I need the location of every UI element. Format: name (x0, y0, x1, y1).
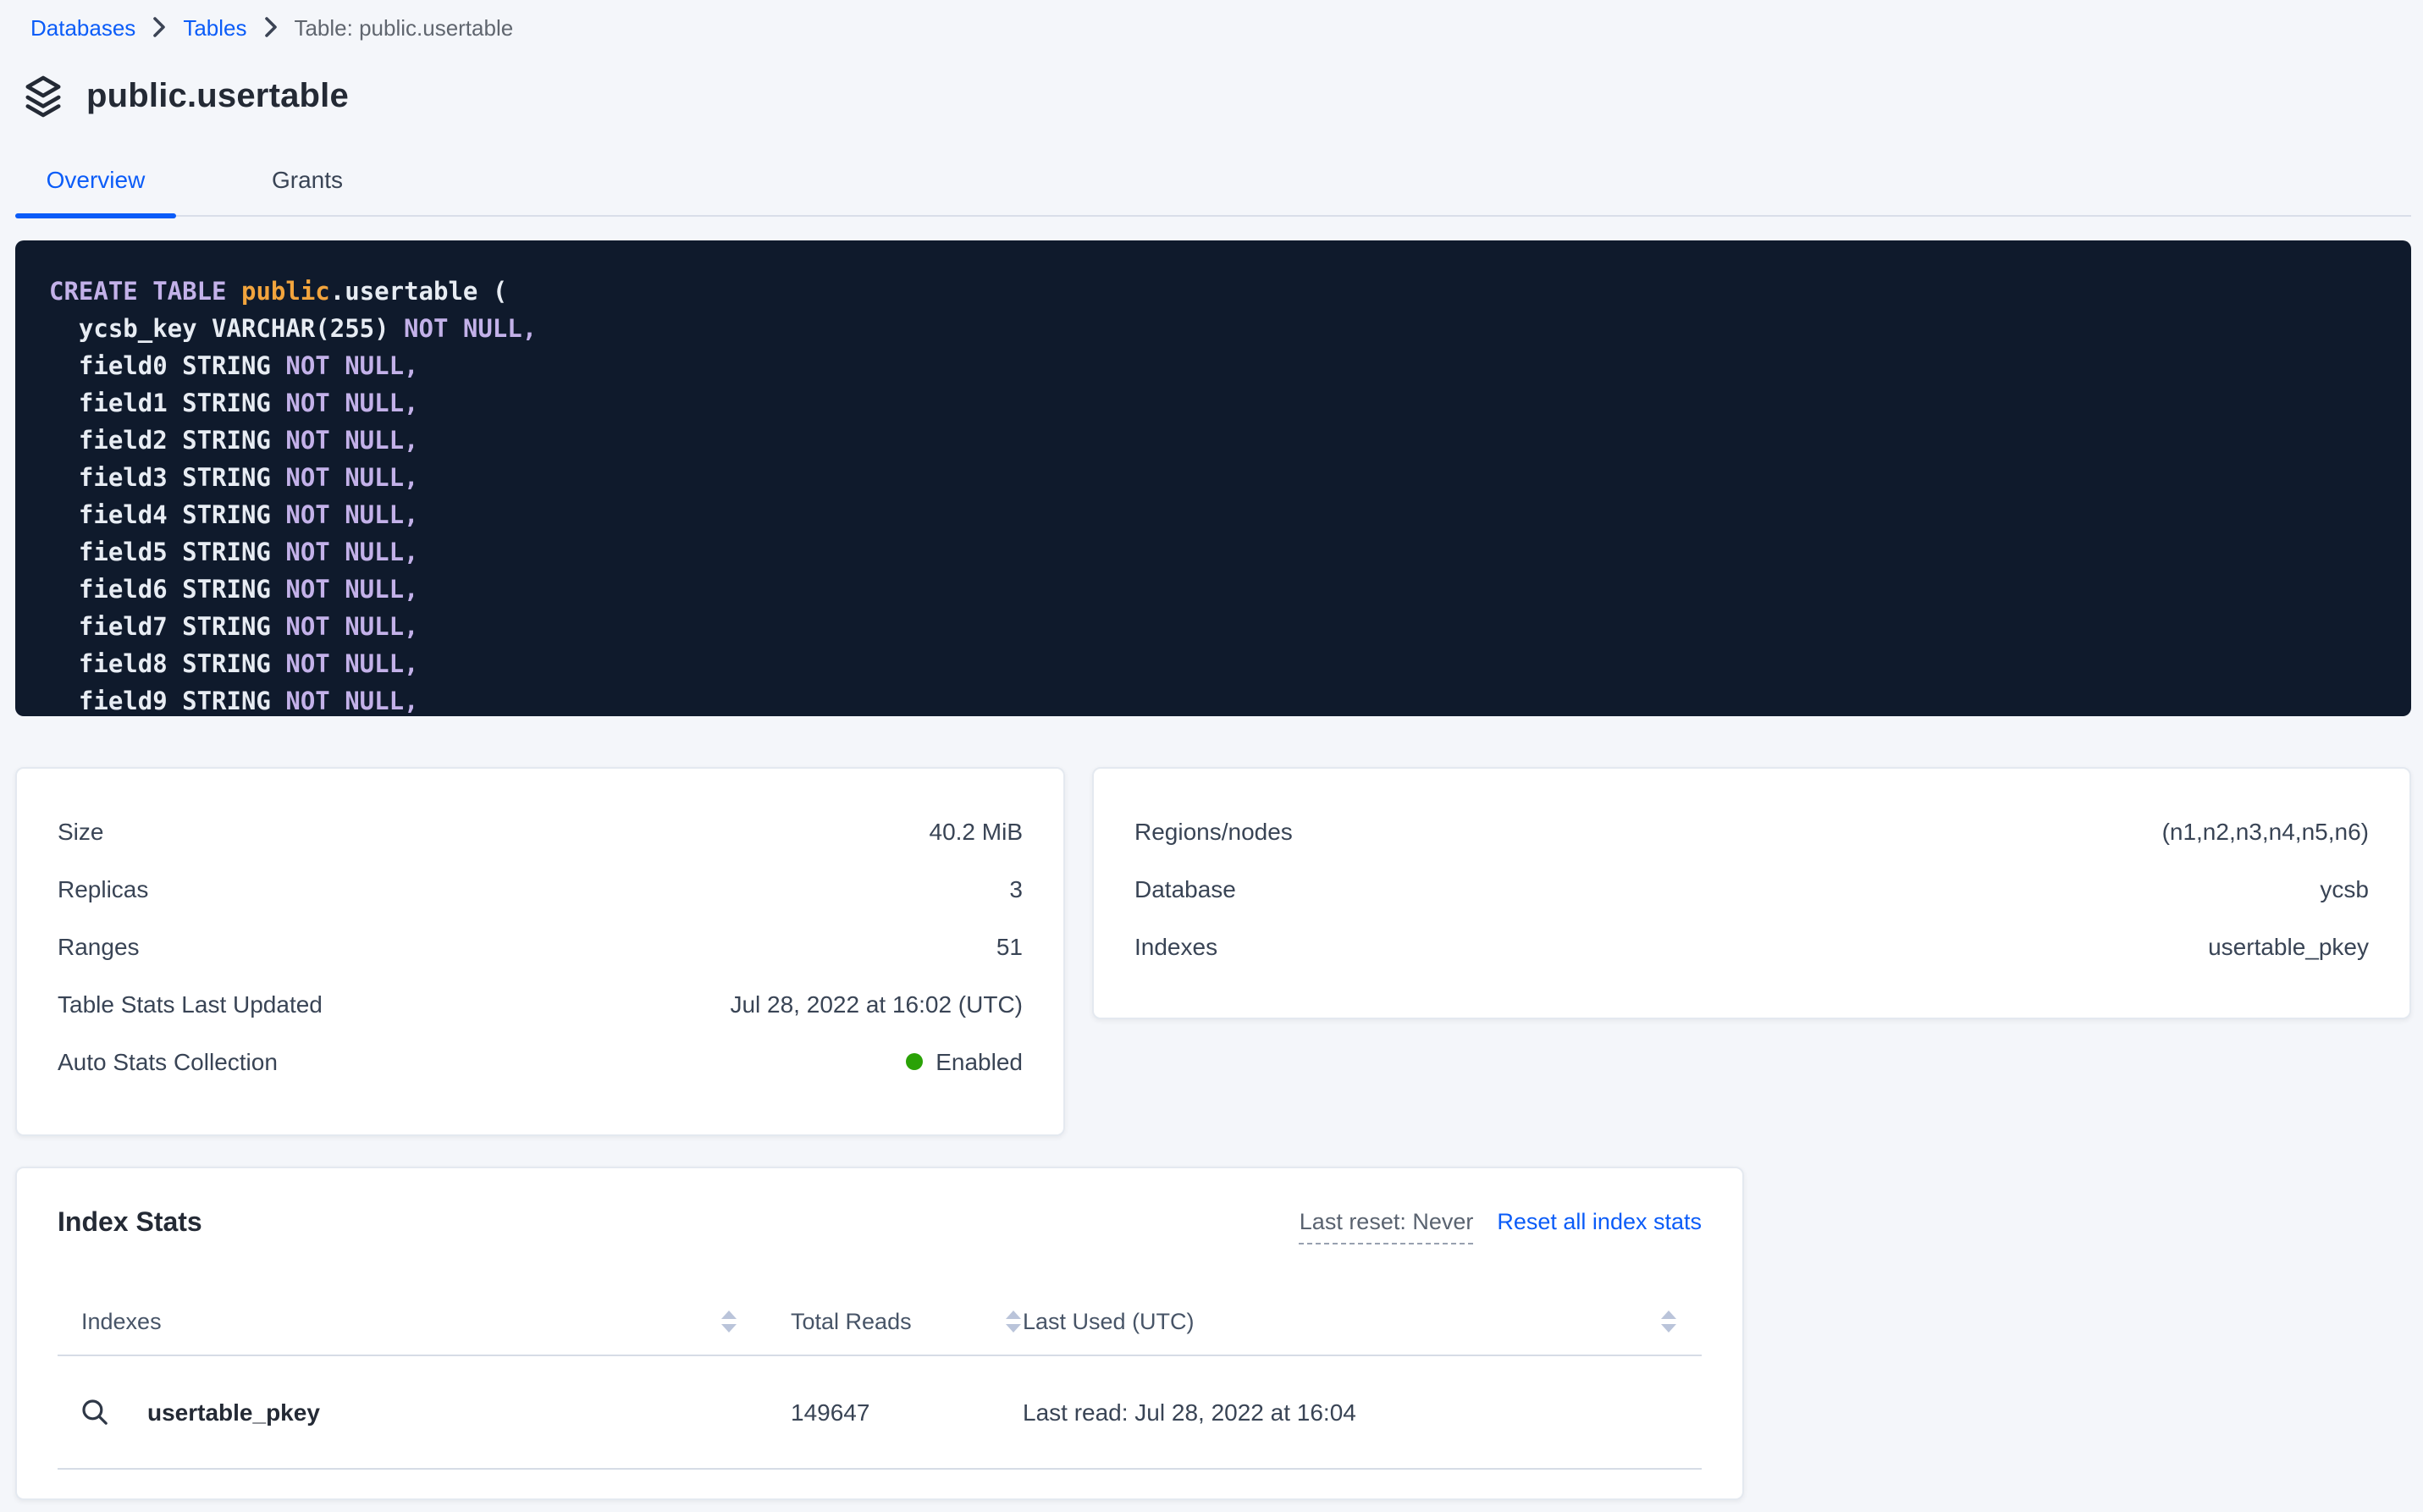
breadcrumb-current: Table: public.usertable (294, 14, 513, 40)
sort-arrows-icon (1004, 1308, 1023, 1333)
code-line: CREATE TABLE public.usertable ( (49, 274, 2377, 312)
magnifier-icon (81, 1399, 108, 1426)
stat-label: Table Stats Last Updated (58, 991, 323, 1018)
stat-row-replicas: Replicas 3 (58, 860, 1023, 918)
reset-index-stats-link[interactable]: Reset all index stats (1497, 1209, 1702, 1234)
index-name-cell: usertable_pkey (58, 1399, 738, 1426)
column-label[interactable]: Total Reads (791, 1308, 912, 1333)
table-details-page: Databases Tables Table: public.usertable… (0, 0, 2423, 1512)
total-reads-value: 149647 (791, 1399, 869, 1426)
stat-row-database: Database ycsb (1134, 860, 2369, 918)
stat-value: Enabled (936, 1048, 1023, 1075)
last-used-cell: Last read: Jul 28, 2022 at 16:04 (1023, 1399, 1702, 1426)
index-stats-actions: Last reset: Never Reset all index stats (1300, 1209, 1702, 1244)
stat-label: Replicas (58, 875, 148, 902)
chevron-right-icon (152, 17, 166, 37)
code-line: ycsb_key VARCHAR(255) NOT NULL, (49, 312, 2377, 349)
tab-overview[interactable]: Overview (15, 149, 176, 215)
location-stats-panel: Regions/nodes (n1,n2,n3,n4,n5,n6) Databa… (1092, 767, 2411, 1019)
stat-label: Regions/nodes (1134, 818, 1293, 845)
code-line: field0 STRING NOT NULL, (49, 349, 2377, 386)
breadcrumb: Databases Tables Table: public.usertable (0, 0, 2423, 44)
table-stats-panel: Size 40.2 MiB Replicas 3 Ranges 51 Table… (15, 767, 1065, 1136)
index-name: usertable_pkey (147, 1399, 320, 1426)
code-line: field6 STRING NOT NULL, (49, 572, 2377, 610)
index-stats-card: Index Stats Last reset: Never Reset all … (15, 1167, 1744, 1500)
stat-row-stats-updated: Table Stats Last Updated Jul 28, 2022 at… (58, 975, 1023, 1033)
stat-value: usertable_pkey (2208, 933, 2369, 960)
index-stats-title: Index Stats (58, 1209, 202, 1239)
stat-label: Indexes (1134, 933, 1217, 960)
chevron-right-icon (263, 17, 277, 37)
stat-label: Size (58, 818, 103, 845)
create-table-statement: CREATE TABLE public.usertable ( ycsb_key… (15, 240, 2411, 716)
stat-row-ranges: Ranges 51 (58, 918, 1023, 975)
code-line: field7 STRING NOT NULL, (49, 610, 2377, 647)
index-stats-header: Index Stats Last reset: Never Reset all … (58, 1209, 1702, 1263)
page-header: public.usertable (24, 71, 2423, 122)
column-header-last-used[interactable]: Last Used (UTC) (1023, 1308, 1702, 1333)
last-reset-label: Last reset: Never (1300, 1209, 1474, 1244)
table-stats-panels: Size 40.2 MiB Replicas 3 Ranges 51 Table… (15, 767, 2411, 1136)
column-label[interactable]: Indexes (81, 1308, 162, 1333)
sort-arrows-icon (720, 1308, 738, 1333)
tab-bar: Overview Grants (15, 149, 2411, 217)
stack-icon (24, 74, 63, 119)
code-line: field3 STRING NOT NULL, (49, 461, 2377, 498)
column-header-total-reads[interactable]: Total Reads (791, 1308, 1023, 1333)
table-header-row: Indexes Total Reads Last Used (UTC) (58, 1287, 1702, 1356)
last-used-value: Last read: Jul 28, 2022 at 16:04 (1023, 1399, 1356, 1426)
status-badge: Enabled (905, 1048, 1023, 1075)
stat-label: Ranges (58, 933, 140, 960)
code-line: field9 STRING NOT NULL, (49, 684, 2377, 716)
code-line: field1 STRING NOT NULL, (49, 386, 2377, 423)
stat-value: 51 (996, 933, 1023, 960)
breadcrumb-databases[interactable]: Databases (30, 14, 135, 40)
index-stats-table: Indexes Total Reads Last Used (UTC) (58, 1287, 1702, 1470)
stat-value: Jul 28, 2022 at 16:02 (UTC) (730, 991, 1023, 1018)
code-line: field2 STRING NOT NULL, (49, 423, 2377, 461)
column-label[interactable]: Last Used (UTC) (1023, 1308, 1195, 1333)
stat-value: 3 (1009, 875, 1023, 902)
column-header-indexes[interactable]: Indexes (58, 1308, 738, 1333)
stat-value: (n1,n2,n3,n4,n5,n6) (2162, 818, 2369, 845)
total-reads-cell: 149647 (791, 1399, 1023, 1426)
status-dot-icon (905, 1053, 922, 1070)
stat-label: Database (1134, 875, 1236, 902)
code-line: field5 STRING NOT NULL, (49, 535, 2377, 572)
stat-value: ycsb (2320, 875, 2369, 902)
table-row: usertable_pkey 149647 Last read: Jul 28,… (58, 1356, 1702, 1470)
breadcrumb-tables[interactable]: Tables (183, 14, 246, 40)
stat-label: Auto Stats Collection (58, 1048, 278, 1075)
stat-row-size: Size 40.2 MiB (58, 803, 1023, 860)
page-title: public.usertable (86, 77, 349, 116)
sort-arrows-icon (1659, 1308, 1678, 1333)
stat-row-regions: Regions/nodes (n1,n2,n3,n4,n5,n6) (1134, 803, 2369, 860)
stat-row-indexes: Indexes usertable_pkey (1134, 918, 2369, 975)
code-line: field8 STRING NOT NULL, (49, 647, 2377, 684)
stat-value: 40.2 MiB (930, 818, 1024, 845)
tab-grants[interactable]: Grants (227, 149, 388, 215)
code-line: field4 STRING NOT NULL, (49, 498, 2377, 535)
stat-row-auto-stats: Auto Stats Collection Enabled (58, 1033, 1023, 1090)
